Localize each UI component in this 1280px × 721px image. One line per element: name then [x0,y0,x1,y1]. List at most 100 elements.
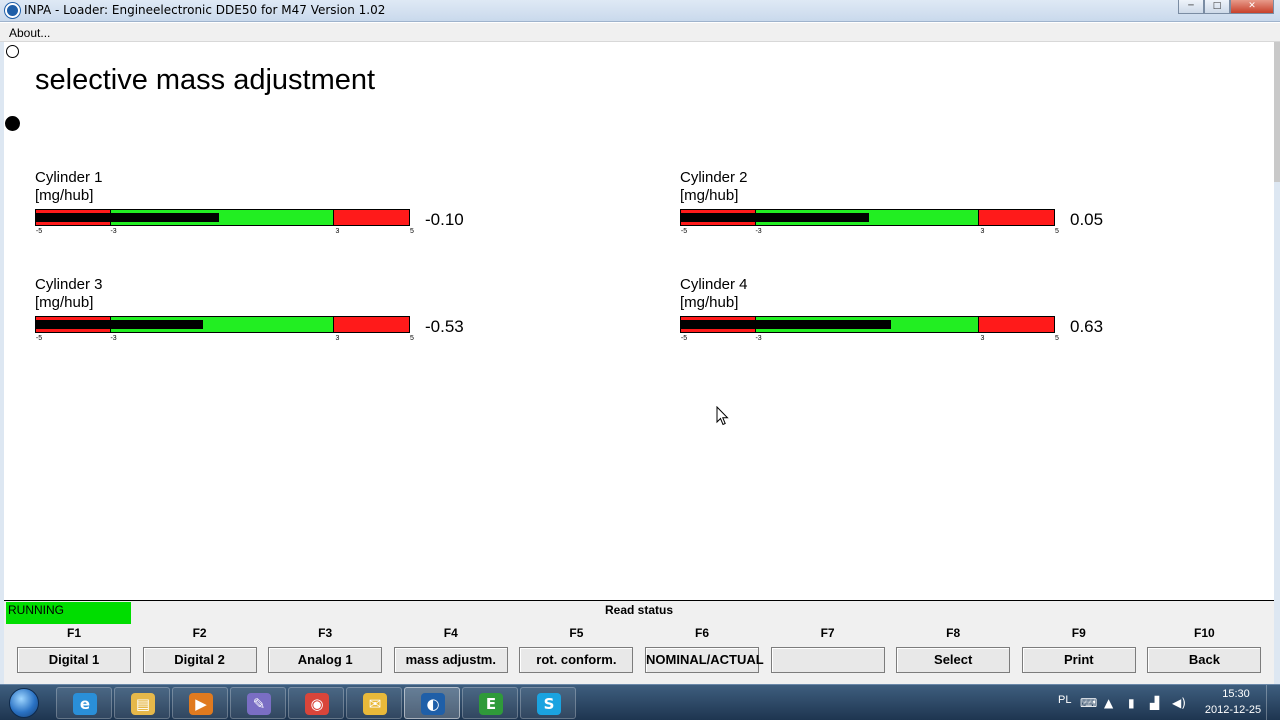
chrome-icon: ◉ [305,693,329,715]
function-key-f4: F4 mass adjustm. [393,625,508,673]
gauge-red-high-zone [979,210,1054,225]
function-key-button[interactable]: Back [1147,647,1262,673]
ediabas-app-icon: E [479,693,503,715]
gauge-unit: [mg/hub] [35,187,94,204]
function-key-label: F10 [1194,626,1215,640]
gauge-tick-label: 5 [1055,228,1059,235]
taskbar-app-internet-explorer[interactable]: e [56,687,112,719]
function-key-label: F3 [318,626,333,640]
scrollbar[interactable] [1274,42,1280,182]
gauge-value-bar [36,320,203,329]
function-key-button[interactable]: Print [1021,647,1136,673]
gauge-tick-label: 3 [980,335,985,342]
gauge-red-high-zone [979,317,1054,332]
clock-time[interactable]: 15:30 [1208,688,1264,700]
clock-date[interactable]: 2012-12-25 [1200,704,1266,716]
language-indicator[interactable]: PL [1058,694,1071,706]
mail-app-icon: ✉ [363,693,387,715]
page-title: selective mass adjustment [35,64,376,96]
gauge-name: Cylinder 1 [35,169,103,186]
gauge-scale: -5 -3 3 5 [35,228,415,238]
status-indicator-on-icon [5,116,20,131]
start-button[interactable] [4,687,48,719]
taskbar-app-skype[interactable]: S [520,687,576,719]
gauge-scale: -5 -3 3 5 [680,335,1060,345]
taskbar-app-chrome[interactable]: ◉ [288,687,344,719]
gauge-tick-label: -3 [110,335,117,342]
gauge-value: -0.10 [425,210,464,229]
close-button[interactable]: ✕ [1230,0,1274,14]
function-key-button[interactable]: Digital 1 [17,647,131,673]
function-key-f8: F8 Select [896,625,1011,673]
function-key-label: F4 [443,626,458,640]
gauge-tick-label: 5 [1055,335,1059,342]
function-key-button[interactable]: Digital 2 [142,647,257,673]
read-status-label: Read status [604,603,674,617]
mouse-cursor-icon [716,406,729,426]
system-tray: PL ⌨ ▲ ▮ ▟ ◀) 15:30 2012-12-25 [1050,685,1280,721]
taskbar-app-mail-app[interactable]: ✉ [346,687,402,719]
gauge-name: Cylinder 3 [35,276,103,293]
menu-bar: About... [0,23,1280,42]
function-key-label: F7 [820,626,835,640]
title-bar: INPA - Loader: Engineelectronic DDE50 fo… [0,0,1280,22]
function-key-f3: F3 Analog 1 [268,625,383,673]
taskbar-app-bmw-inpa[interactable]: ◐ [404,687,460,719]
running-status-badge: RUNNING [6,602,131,624]
function-key-button[interactable]: Analog 1 [268,647,383,673]
gauge-unit: [mg/hub] [680,294,739,311]
maximize-button[interactable]: □ [1204,0,1230,14]
taskbar-app-tools-app[interactable]: ✎ [230,687,286,719]
gauge-red-high-zone [334,317,409,332]
window-controls: ─ □ ✕ [1178,0,1274,14]
gauge-scale: -5 -3 3 5 [35,335,415,345]
show-desktop-button[interactable] [1266,685,1280,721]
function-keys: F1 Digital 1 F2 Digital 2 F3 Analog 1 F4 mass a… [4,625,1274,685]
taskbar: e ▤ ▶ ✎ ◉ ✉ ◐ E S PL ⌨ ▲ ▮ ▟ ◀) 15:30 2012-12-25 [0,684,1280,721]
window-frame-left [0,42,4,687]
menu-item-about[interactable]: About... [9,26,50,40]
windows-logo-icon [9,688,39,718]
gauge-tick-label: 3 [980,228,985,235]
taskbar-app-ediabas-app[interactable]: E [462,687,518,719]
taskbar-app-file-explorer[interactable]: ▤ [114,687,170,719]
gauge-tick-label: -5 [35,335,43,342]
function-key-button[interactable] [770,647,885,673]
show-hidden-icons-icon[interactable]: ▲ [1104,696,1113,710]
gauge-tick-label: -3 [755,228,762,235]
function-key-f5: F5 rot. conform. [519,625,634,673]
function-key-f10: F10 Back [1147,625,1262,673]
volume-icon[interactable]: ◀) [1172,696,1186,710]
function-key-f6: F6 NOMINAL/ACTUAL [645,625,764,673]
function-key-label: F5 [569,626,584,640]
function-key-button[interactable]: NOMINAL/ACTUAL [645,647,764,673]
function-key-button[interactable]: Select [896,647,1011,673]
bmw-logo-icon [5,3,20,18]
gauge-value: 0.05 [1070,210,1104,229]
gauge-tick-label: -5 [680,335,688,342]
battery-icon[interactable]: ▮ [1128,696,1135,710]
function-key-f2: F2 Digital 2 [142,625,257,673]
gauge-tick-label: 5 [410,228,414,235]
taskbar-app-media-player[interactable]: ▶ [172,687,228,719]
function-key-label: F8 [946,626,961,640]
keyboard-icon[interactable]: ⌨ [1080,696,1097,710]
gauge-tick-label: 3 [335,228,340,235]
status-indicator-off-icon [6,45,19,58]
gauge-cylinder-3: Cylinder 3 [mg/hub] -0.53 -5 -3 3 5 [35,276,495,366]
function-key-button[interactable]: rot. conform. [519,647,634,673]
minimize-button[interactable]: ─ [1178,0,1204,14]
gauge-value: 0.63 [1070,317,1104,336]
network-icon[interactable]: ▟ [1150,696,1159,710]
gauge-cylinder-2: Cylinder 2 [mg/hub] 0.05 -5 -3 3 5 [680,169,1140,259]
gauge-value-bar [681,320,891,329]
tools-app-icon: ✎ [247,693,271,715]
gauge-tick-label: -3 [110,228,117,235]
file-explorer-icon: ▤ [131,693,155,715]
skype-icon: S [537,693,561,715]
function-key-button[interactable]: mass adjustm. [393,647,508,673]
bmw-inpa-icon: ◐ [421,693,445,715]
media-player-icon: ▶ [189,693,213,715]
gauge-value-bar [681,213,870,222]
gauge-cylinder-4: Cylinder 4 [mg/hub] 0.63 -5 -3 3 5 [680,276,1140,366]
